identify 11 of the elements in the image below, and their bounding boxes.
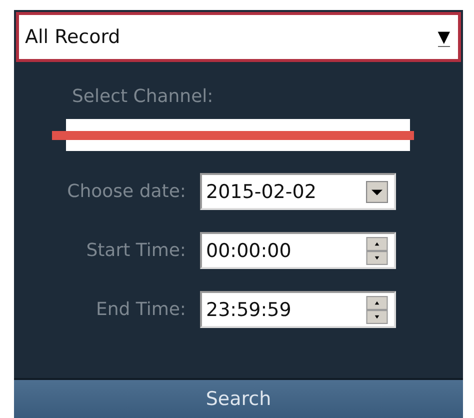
spinner-icon[interactable] [366, 236, 388, 264]
date-field[interactable]: 2015-02-02 [200, 173, 396, 210]
field-label: Select Channel: [72, 86, 214, 107]
record-type-dropdown[interactable]: All Record ▼ [16, 12, 461, 62]
time-field[interactable]: 00:00:00 [200, 232, 396, 269]
field-label: End Time: [94, 299, 187, 320]
search-button[interactable]: Search [14, 378, 463, 418]
spinner-icon[interactable] [366, 296, 388, 324]
field-label: Choose date: [66, 181, 187, 202]
time-field[interactable]: 23:59:59 [200, 291, 396, 328]
field-label: Start Time: [85, 240, 187, 261]
